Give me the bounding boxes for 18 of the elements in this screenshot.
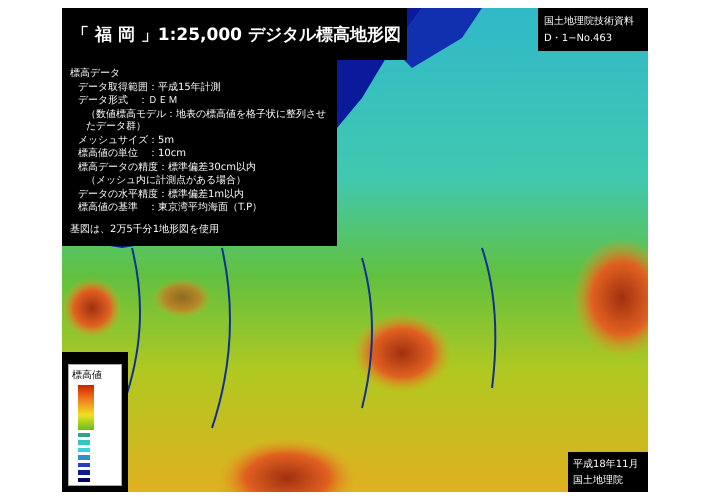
info-text: データ形式 ：ＤＥＭ [77,95,179,108]
info-text: 標高値の基準 ：東京湾平均海面（T.P） [77,202,264,214]
document-label: D・1−No.463 [544,32,614,45]
footer-text: 平成18年11月 [573,458,640,471]
info-text: 標高値の単位 ：10cm [77,148,187,160]
map-title: 「 福 岡 」1:25,000 デジタル標高地形図 [72,24,401,46]
footer-text: 国土地理院 [573,474,624,487]
info-text: データの水平精度：標準偏差1m以内 [77,188,246,201]
info-text: メッシュサイズ：5m [77,134,176,147]
legend-title: 標高値 [72,368,103,382]
info-text: （数値標高モデル：地表の標高値を格子状に整列させたデータ群） [85,108,327,134]
info-text: 基図は、2万5千分1地形図を使用 [70,224,220,236]
info-text: 標高データの精度：標準偏差30cm以内 [77,162,257,174]
document-label: 国土地理院技術資料 [544,14,635,28]
info-text: 標高データ [70,68,121,80]
elevation-color-ramp [78,385,94,430]
info-text: （メッシュ内に計測点がある場合） [85,175,247,188]
info-text: データ取得範囲：平成15年計測 [77,82,222,94]
